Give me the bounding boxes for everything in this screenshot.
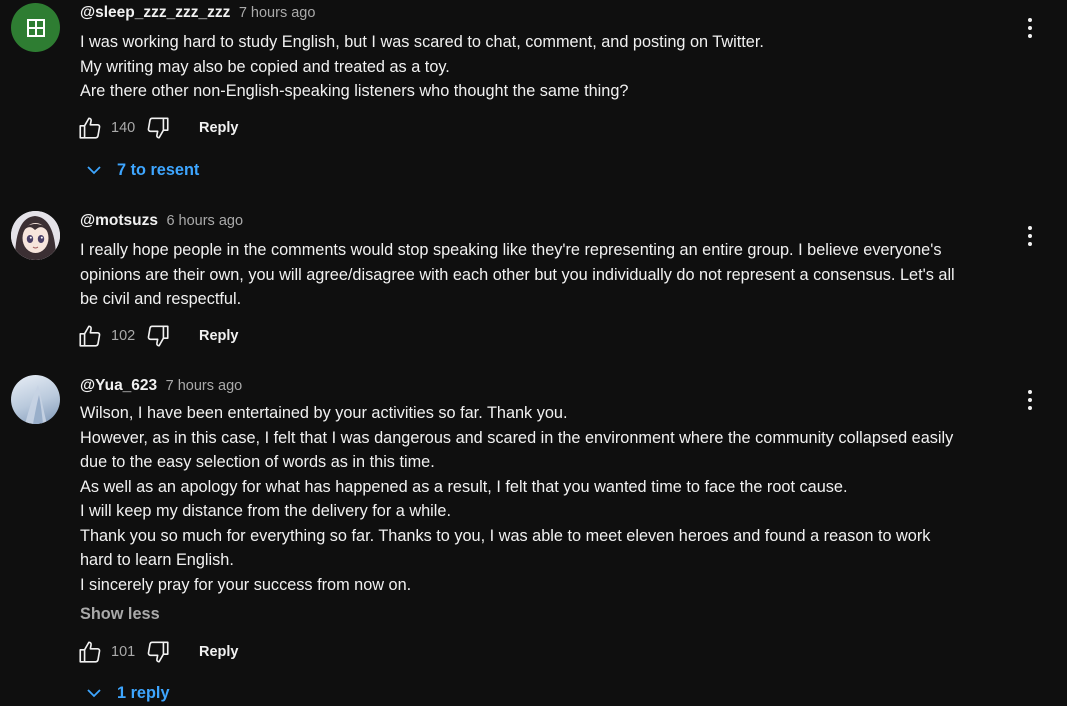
comment-actions: 102 Reply (77, 322, 239, 350)
show-less-button[interactable]: Show less (80, 605, 160, 624)
more-actions-icon[interactable] (1020, 388, 1040, 412)
comment-header: @motsuzs 6 hours ago (80, 212, 243, 232)
like-button[interactable] (77, 323, 103, 349)
dislike-button[interactable] (145, 323, 171, 349)
thumbs-up-icon (79, 325, 101, 347)
comment-line: I will keep my distance from the deliver… (80, 502, 451, 520)
more-actions-icon[interactable] (1020, 224, 1040, 248)
comment-line: Wilson, I have been entertained by your … (80, 404, 568, 422)
dislike-button[interactable] (145, 639, 171, 665)
reply-button[interactable]: Reply (199, 328, 239, 344)
comment-author[interactable]: @Yua_623 (80, 377, 157, 394)
comment-header: @sleep_zzz_zzz_zzz 7 hours ago (80, 4, 315, 24)
chevron-down-icon (87, 689, 101, 698)
thumbs-down-icon (147, 117, 169, 139)
comment-actions: 101 Reply (77, 638, 239, 666)
reply-button[interactable]: Reply (199, 644, 239, 660)
view-replies-button[interactable]: 7 to resent (84, 160, 199, 180)
comment-line: hard to learn English. (80, 551, 234, 569)
comment-line: My writing may also be copied and treate… (80, 57, 450, 76)
avatar[interactable] (11, 375, 60, 424)
comment-line: I sincerely pray for your success from n… (80, 575, 412, 594)
thumbs-up-icon (79, 641, 101, 663)
thumbs-down-icon (147, 325, 169, 347)
comment-line: I was working hard to study English, but… (80, 33, 764, 51)
avatar[interactable] (11, 3, 60, 52)
comment-line: Are there other non-English-speaking lis… (80, 82, 629, 100)
comment-time[interactable]: 7 hours ago (166, 378, 243, 394)
like-count: 102 (111, 328, 136, 344)
comment-line: be civil and respectful. (80, 290, 242, 308)
comment-time[interactable]: 6 hours ago (166, 213, 243, 229)
view-replies-button[interactable]: 1 reply (84, 683, 170, 703)
like-button[interactable] (77, 115, 103, 141)
avatar[interactable] (11, 211, 60, 260)
comment-actions: 140 Reply (77, 114, 239, 142)
comment-author[interactable]: @motsuzs (80, 212, 158, 229)
comment-author[interactable]: @sleep_zzz_zzz_zzz (80, 4, 230, 21)
like-button[interactable] (77, 639, 103, 665)
grid-square-icon (26, 18, 45, 37)
thumbs-up-icon (79, 117, 101, 139)
comment-header: @Yua_623 7 hours ago (80, 377, 242, 397)
chevron-down-icon (87, 166, 101, 175)
like-count: 140 (111, 120, 136, 136)
comment-text: I was working hard to study English, but… (80, 30, 1010, 104)
landscape-avatar-icon (25, 385, 47, 424)
comment-line: However, as in this case, I felt that I … (80, 428, 954, 447)
comment-text: I really hope people in the comments wou… (80, 238, 1010, 312)
comment-line: due to the easy selection of words as in… (80, 453, 435, 471)
thumbs-down-icon (147, 641, 169, 663)
anime-avatar-icon (11, 211, 60, 260)
comment-text: Wilson, I have been entertained by your … (80, 401, 1010, 597)
comment-time[interactable]: 7 hours ago (239, 5, 316, 21)
reply-button[interactable]: Reply (199, 120, 239, 136)
dislike-button[interactable] (145, 115, 171, 141)
comment-line: As well as an apology for what has happe… (80, 477, 848, 496)
comment-line: opinions are their own, you will agree/d… (80, 265, 955, 284)
more-actions-icon[interactable] (1020, 16, 1040, 40)
replies-label: 1 reply (117, 683, 170, 702)
comment-line: Thank you so much for everything so far.… (80, 526, 931, 545)
comment-line: I really hope people in the comments wou… (80, 241, 942, 259)
like-count: 101 (111, 644, 136, 660)
replies-label: 7 to resent (117, 160, 200, 179)
